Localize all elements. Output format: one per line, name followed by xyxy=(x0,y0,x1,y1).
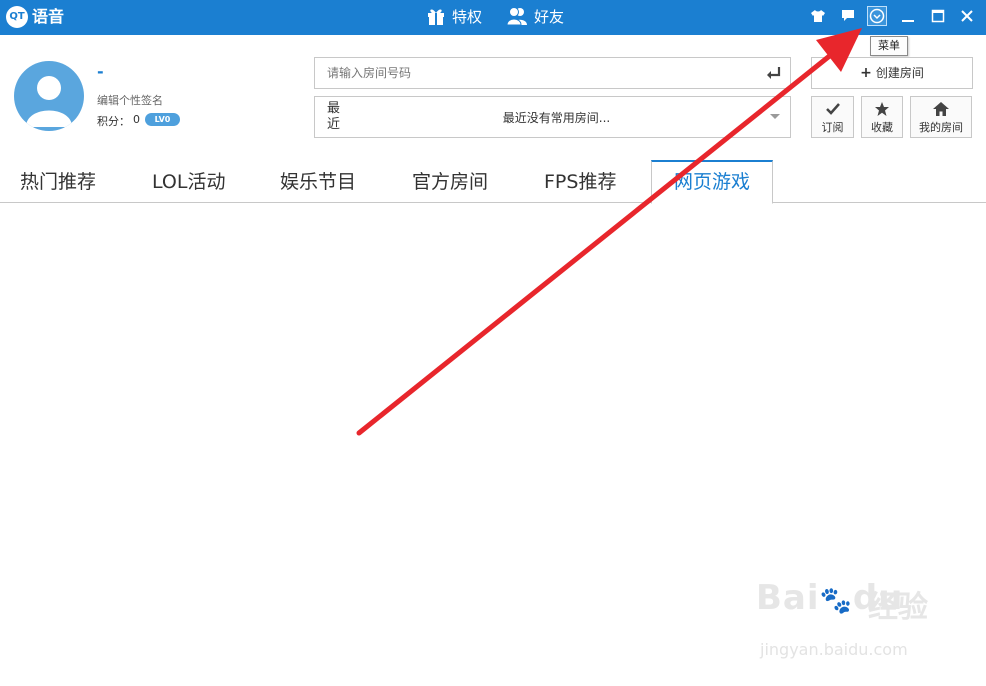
my-room-button[interactable]: 我的房间 xyxy=(910,96,972,138)
watermark-url: jingyan.baidu.com xyxy=(760,640,908,659)
favorite-label: 收藏 xyxy=(871,121,893,134)
skin-button[interactable] xyxy=(808,6,828,26)
category-tabs: 热门推荐 LOL活动 娱乐节目 官方房间 FPS推荐 网页游戏 xyxy=(0,160,986,204)
watermark-product: 经验 xyxy=(868,590,928,625)
friends-label: 好友 xyxy=(534,7,565,26)
privilege-label: 特权 xyxy=(452,7,483,26)
baidu-jingyan-watermark: Bai🐾du 经验 jingyan.baidu.com xyxy=(756,578,936,659)
checkmark-icon xyxy=(825,103,840,115)
tab-official-rooms[interactable]: 官方房间 xyxy=(412,160,488,203)
room-number-input[interactable] xyxy=(315,58,755,88)
privilege-button[interactable]: 特权 xyxy=(426,4,482,28)
create-room-label: 创建房间 xyxy=(875,66,924,80)
title-bar: QT 语音 特权 好友 xyxy=(0,0,986,35)
subscribe-label: 订阅 xyxy=(821,121,844,134)
recent-rooms-text: 最近没有常用房间... xyxy=(502,111,611,125)
close-icon xyxy=(961,10,973,22)
home-icon xyxy=(933,102,949,116)
edit-signature-link[interactable]: 编辑个性签名 xyxy=(97,92,163,108)
room-number-field xyxy=(314,57,791,89)
minimize-icon xyxy=(902,20,914,22)
skin-icon xyxy=(811,10,825,22)
menu-icon xyxy=(869,8,885,24)
minimize-button[interactable] xyxy=(898,6,918,26)
close-button[interactable] xyxy=(957,6,977,26)
qt-voice-window: QT 语音 特权 好友 菜单 - 编辑个性签名 积分： 0 LV0 请输入房间号… xyxy=(0,0,986,686)
my-room-label: 我的房间 xyxy=(919,121,963,134)
level-badge: LV0 xyxy=(145,113,180,126)
app-logo: QT xyxy=(6,6,28,28)
points-label: 积分： xyxy=(97,115,130,128)
gift-icon xyxy=(428,9,444,25)
maximize-icon xyxy=(931,9,945,23)
create-room-button[interactable]: + 创建房间 xyxy=(811,57,973,89)
tab-fps-recommend[interactable]: FPS推荐 xyxy=(544,160,616,203)
message-icon xyxy=(842,10,854,21)
favorite-button[interactable]: 收藏 xyxy=(861,96,903,138)
menu-tooltip: 菜单 xyxy=(870,36,908,56)
username[interactable]: - xyxy=(97,62,104,81)
avatar[interactable] xyxy=(14,61,84,131)
points-value: 0 xyxy=(133,113,140,126)
tab-entertainment[interactable]: 娱乐节目 xyxy=(280,160,356,203)
subscribe-button[interactable]: 订阅 xyxy=(811,96,854,138)
friends-icon xyxy=(506,7,527,26)
tab-web-games[interactable]: 网页游戏 xyxy=(651,160,773,204)
dropdown-arrow-icon[interactable] xyxy=(770,114,780,119)
tab-lol-events[interactable]: LOL活动 xyxy=(152,160,225,203)
tab-hot-recommend[interactable]: 热门推荐 xyxy=(20,160,96,203)
friends-button[interactable]: 好友 xyxy=(506,4,564,28)
menu-button[interactable] xyxy=(867,6,887,26)
star-icon xyxy=(875,102,889,116)
recent-rooms-dropdown[interactable]: 最近 最近没有常用房间... xyxy=(314,96,791,138)
app-title: 语音 xyxy=(32,7,65,26)
enter-icon[interactable] xyxy=(764,65,782,81)
plus-icon: + xyxy=(860,65,872,81)
default-avatar-icon xyxy=(26,76,72,127)
message-button[interactable] xyxy=(838,6,858,26)
maximize-button[interactable] xyxy=(928,6,948,26)
